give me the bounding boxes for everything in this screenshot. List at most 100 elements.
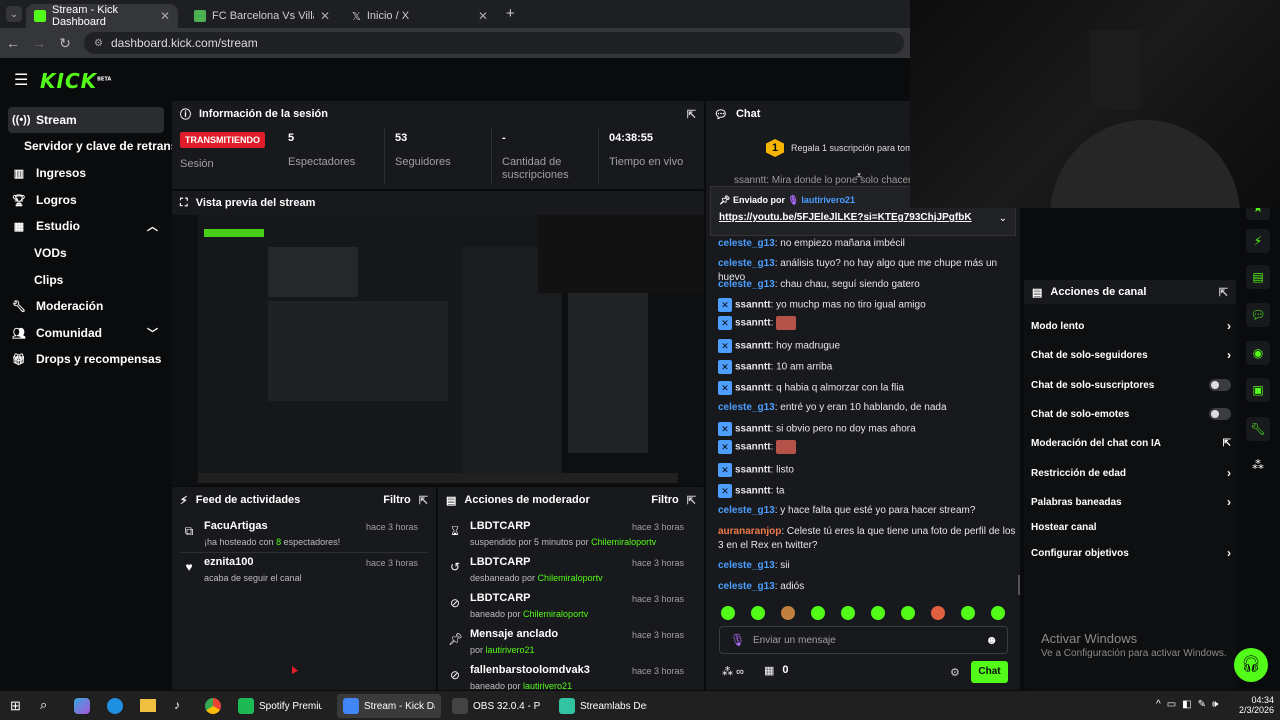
rail-button-more-icon[interactable]: ⁂ xyxy=(1246,453,1270,477)
send-chat-button[interactable]: Chat xyxy=(971,661,1008,683)
emoji-icon[interactable]: ☻ xyxy=(985,633,998,647)
gift-sub-text[interactable]: Regala 1 suscripción para toma xyxy=(791,143,911,153)
rail-button-chat-icon[interactable]: 💬︎ xyxy=(1246,303,1270,327)
sidebar-item-vods[interactable]: VODs xyxy=(8,240,164,266)
edge-icon[interactable] xyxy=(107,698,123,714)
hamburger-menu-icon[interactable]: ☰ xyxy=(14,70,28,90)
toggle-switch[interactable] xyxy=(1209,408,1231,420)
popout-icon[interactable]: ⇱ xyxy=(687,494,696,507)
channel-action-item[interactable]: Chat de solo-emotes xyxy=(1031,403,1231,425)
kick-logo[interactable]: KICKBETA xyxy=(40,69,111,93)
chat-settings-icon[interactable]: ⚙ xyxy=(950,666,960,679)
toggle-switch[interactable] xyxy=(1209,379,1231,391)
file-explorer-icon[interactable] xyxy=(140,699,156,712)
chat-username[interactable]: celeste_g13 xyxy=(718,581,775,592)
chat-username[interactable]: ssanntt xyxy=(735,318,771,329)
sidebar-item-achievements[interactable]: 🏆︎ Logros xyxy=(8,187,164,213)
chat-username[interactable]: ssanntt xyxy=(735,362,771,373)
sidebar-item-stream[interactable]: ((•)) Stream xyxy=(8,107,164,133)
close-tab-icon[interactable]: ✕ xyxy=(320,9,330,23)
emote-shortcut-icon[interactable] xyxy=(751,606,765,620)
chevron-down-icon[interactable]: ⌄ xyxy=(999,213,1007,224)
sidebar-item-studio[interactable]: ▦ Estudio ︿ xyxy=(8,213,164,239)
sidebar-item-moderation[interactable]: 🔧︎ Moderación xyxy=(8,293,164,319)
popout-icon[interactable]: ⇱ xyxy=(1219,286,1228,299)
clock[interactable]: 04:34 2/3/2026 xyxy=(1239,695,1274,715)
rail-button-users-icon[interactable]: ▣ xyxy=(1246,378,1270,402)
chat-username[interactable]: celeste_g13 xyxy=(718,505,775,516)
chat-username[interactable]: ssanntt xyxy=(735,424,771,435)
chat-username[interactable]: ssanntt xyxy=(735,341,771,352)
back-icon[interactable]: ← xyxy=(0,35,26,51)
emote-shortcut-icon[interactable] xyxy=(781,606,795,620)
chrome-icon[interactable] xyxy=(205,698,221,714)
system-tray-icons[interactable]: ^▭◧✎🕪︎ xyxy=(1156,699,1224,710)
chat-username[interactable]: ssanntt xyxy=(735,442,771,453)
filter-button[interactable]: Filtro xyxy=(651,494,679,506)
sidebar-item-revenue[interactable]: ▥ Ingresos xyxy=(8,160,164,186)
close-tab-icon[interactable]: ✕ xyxy=(478,9,488,23)
support-headset-icon[interactable]: 🎧︎ xyxy=(1234,648,1268,682)
forward-icon[interactable]: → xyxy=(26,35,52,51)
sidebar-item-community[interactable]: 👥︎ Comunidad ﹀ xyxy=(8,320,164,346)
chat-username[interactable]: ssanntt xyxy=(735,465,771,476)
channel-action-item[interactable]: Chat de solo-seguidores › xyxy=(1031,344,1231,366)
copilot-icon[interactable] xyxy=(74,698,90,714)
channel-action-item[interactable]: Configurar objetivos › xyxy=(1031,542,1231,564)
emote-shortcut-icon[interactable] xyxy=(991,606,1005,620)
tiktok-icon[interactable]: ♪ xyxy=(174,698,180,712)
emote-shortcut-icon[interactable] xyxy=(931,606,945,620)
tab-x-home[interactable]: 𝕏 Inicio / X ✕ xyxy=(344,4,496,28)
search-icon[interactable]: ⌕ xyxy=(40,697,47,713)
site-info-icon[interactable]: ⚙ xyxy=(94,38,103,49)
chat-username[interactable]: ssanntt xyxy=(735,486,771,497)
reload-icon[interactable]: ↻ xyxy=(52,35,78,52)
new-tab-icon[interactable]: + xyxy=(506,5,515,22)
channel-action-item[interactable]: Palabras baneadas › xyxy=(1031,491,1231,513)
chat-username[interactable]: auranaranjop xyxy=(718,526,781,537)
pinned-link[interactable]: https://youtu.be/5FJEleJlLKE?si=KTEg793C… xyxy=(719,212,972,223)
emote-shortcut-icon[interactable] xyxy=(901,606,915,620)
chat-username[interactable]: celeste_g13 xyxy=(718,402,775,413)
taskbar-app-button[interactable]: Spotify Premium xyxy=(232,694,328,718)
rail-button-broadcast-icon[interactable]: ◉ xyxy=(1246,341,1270,365)
emote-shortcut-icon[interactable] xyxy=(841,606,855,620)
channel-action-item[interactable]: Chat de solo-suscriptores xyxy=(1031,374,1231,396)
emote-shortcut-icon[interactable] xyxy=(961,606,975,620)
stream-preview-video[interactable] xyxy=(172,215,704,485)
taskbar-app-button[interactable]: Streamlabs Desktop xyxy=(553,694,653,718)
emote-shortcut-icon[interactable] xyxy=(811,606,825,620)
tab-kick-dashboard[interactable]: Stream - Kick Dashboard ✕ xyxy=(26,4,178,28)
taskbar-app-button[interactable]: Stream - Kick Dash... xyxy=(337,694,441,718)
rail-button-lightning-icon[interactable]: ⚡︎ xyxy=(1246,229,1270,253)
windows-start-icon[interactable]: ⊞ xyxy=(10,698,21,714)
popout-icon[interactable]: ⇱ xyxy=(419,494,428,507)
chat-username[interactable]: ssanntt xyxy=(735,383,771,394)
taskbar-app-button[interactable]: OBS 32.0.4 - Perfil: ... xyxy=(446,694,546,718)
chat-username[interactable]: celeste_g13 xyxy=(718,258,775,269)
channel-action-item[interactable]: Moderación del chat con IA ⇱ xyxy=(1031,432,1231,454)
channel-points-icon[interactable]: ⁂ ∞ xyxy=(722,665,744,678)
rail-button-document-icon[interactable]: ▤ xyxy=(1246,265,1270,289)
points-counter[interactable]: ▦ 0 xyxy=(764,664,789,677)
emote-shortcut-icon[interactable] xyxy=(871,606,885,620)
chat-input[interactable]: 🎙︎ Enviar un mensaje ☻ xyxy=(719,626,1008,654)
close-tab-icon[interactable]: ✕ xyxy=(160,9,170,23)
tab-search-button[interactable]: ⌄ xyxy=(6,6,22,22)
popout-icon[interactable]: ⇱ xyxy=(687,108,696,121)
chat-username[interactable]: celeste_g13 xyxy=(718,238,775,249)
filter-button[interactable]: Filtro xyxy=(383,494,411,506)
rail-button-wrench-icon[interactable]: 🔧︎ xyxy=(1246,417,1270,441)
chat-scrollbar[interactable] xyxy=(1018,575,1020,595)
sidebar-item-clips[interactable]: Clips xyxy=(8,267,164,293)
sidebar-item-drops[interactable]: 🎁︎ Drops y recompensas xyxy=(8,346,164,372)
sidebar-item-server-key[interactable]: Servidor y clave de retransmisión xyxy=(8,133,172,159)
channel-action-item[interactable]: Modo lento › xyxy=(1031,315,1231,337)
chat-username[interactable]: ssanntt xyxy=(735,300,771,311)
channel-action-item[interactable]: Restricción de edad › xyxy=(1031,462,1231,484)
chat-username[interactable]: celeste_g13 xyxy=(718,279,775,290)
channel-action-item[interactable]: Hostear canal xyxy=(1031,516,1231,538)
tab-barcelona[interactable]: FC Barcelona Vs Villarreal CF - / ✕ xyxy=(186,4,338,28)
emote-shortcut-icon[interactable] xyxy=(721,606,735,620)
chat-username[interactable]: celeste_g13 xyxy=(718,560,775,571)
